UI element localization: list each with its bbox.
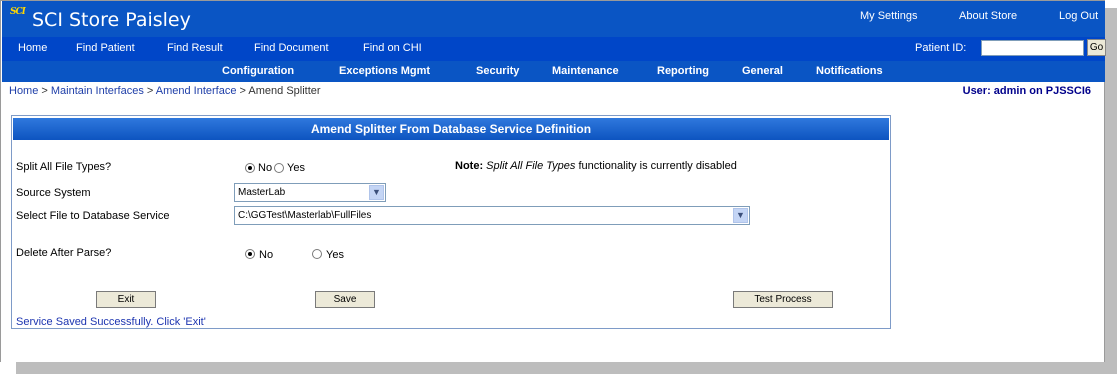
nav-exceptions-mgmt[interactable]: Exceptions Mgmt — [339, 65, 430, 77]
patient-id-input[interactable] — [981, 40, 1084, 56]
split-all-yes-radio[interactable] — [274, 163, 284, 173]
form-panel: Amend Splitter From Database Service Def… — [11, 115, 891, 329]
nav-find-on-chi[interactable]: Find on CHI — [363, 42, 422, 54]
split-all-no-radio[interactable] — [245, 163, 255, 173]
chevron-down-icon: ▼ — [733, 208, 748, 223]
file-service-select[interactable]: C:\GGTest\Masterlab\FullFiles ▼ — [234, 206, 750, 225]
nav-find-result[interactable]: Find Result — [167, 42, 223, 54]
secondary-nav: Configuration Exceptions Mgmt Security M… — [2, 61, 1105, 82]
delete-after-parse-label: Delete After Parse? — [16, 247, 112, 259]
nav-maintenance[interactable]: Maintenance — [552, 65, 619, 77]
my-settings-link[interactable]: My Settings — [860, 10, 917, 22]
source-system-value: MasterLab — [238, 187, 286, 198]
patient-id-label: Patient ID: — [915, 42, 967, 54]
delete-yes-label: Yes — [326, 249, 344, 261]
status-message: Service Saved Successfully. Click 'Exit' — [16, 316, 206, 328]
breadcrumb-current: Amend Splitter — [248, 85, 321, 97]
exit-button[interactable]: Exit — [96, 291, 156, 308]
note-prefix: Note: — [455, 160, 484, 172]
chevron-down-icon: ▼ — [369, 185, 384, 200]
source-system-select[interactable]: MasterLab ▼ — [234, 183, 386, 202]
app-window: SCI SCI Store Paisley My Settings About … — [0, 0, 1106, 362]
nav-security[interactable]: Security — [476, 65, 519, 77]
log-out-link[interactable]: Log Out — [1059, 10, 1098, 22]
breadcrumb: Home > Maintain Interfaces > Amend Inter… — [9, 85, 321, 97]
nav-general[interactable]: General — [742, 65, 783, 77]
save-button[interactable]: Save — [315, 291, 375, 308]
nav-notifications[interactable]: Notifications — [816, 65, 883, 77]
breadcrumb-separator: > — [41, 85, 51, 97]
nav-configuration[interactable]: Configuration — [222, 65, 294, 77]
breadcrumb-maintain-interfaces[interactable]: Maintain Interfaces — [51, 85, 144, 97]
source-system-label: Source System — [16, 187, 91, 199]
breadcrumb-separator: > — [146, 85, 156, 97]
file-service-value: C:\GGTest\Masterlab\FullFiles — [238, 210, 372, 221]
window-shadow-right — [1105, 8, 1117, 374]
file-service-label: Select File to Database Service — [16, 210, 170, 222]
split-all-label: Split All File Types? — [16, 161, 112, 173]
nav-home[interactable]: Home — [18, 42, 47, 54]
top-banner: SCI SCI Store Paisley My Settings About … — [2, 1, 1105, 37]
breadcrumb-amend-interface[interactable]: Amend Interface — [156, 85, 237, 97]
delete-no-radio[interactable] — [245, 249, 255, 259]
nav-find-document[interactable]: Find Document — [254, 42, 329, 54]
nav-reporting[interactable]: Reporting — [657, 65, 709, 77]
split-all-no-label: No — [258, 162, 273, 174]
delete-yes-radio[interactable] — [312, 249, 322, 259]
note-italic: Split All File Types — [486, 160, 576, 172]
note-text: Note: Split All File Types functionality… — [455, 160, 737, 172]
split-all-yes-label: Yes — [287, 162, 305, 174]
note-suffix: functionality is currently disabled — [578, 160, 737, 172]
primary-nav: Home Find Patient Find Result Find Docum… — [2, 37, 1106, 61]
sci-logo-icon: SCI — [10, 7, 26, 17]
delete-no-label: No — [259, 249, 274, 261]
app-title: SCI Store Paisley — [32, 9, 191, 31]
form-title: Amend Splitter From Database Service Def… — [13, 118, 889, 140]
test-process-button[interactable]: Test Process — [733, 291, 833, 308]
breadcrumb-home[interactable]: Home — [9, 85, 38, 97]
go-button[interactable]: Go — [1087, 39, 1106, 56]
user-info: User: admin on PJSSCI6 — [962, 85, 1091, 97]
nav-find-patient[interactable]: Find Patient — [76, 42, 135, 54]
about-store-link[interactable]: About Store — [959, 10, 1017, 22]
